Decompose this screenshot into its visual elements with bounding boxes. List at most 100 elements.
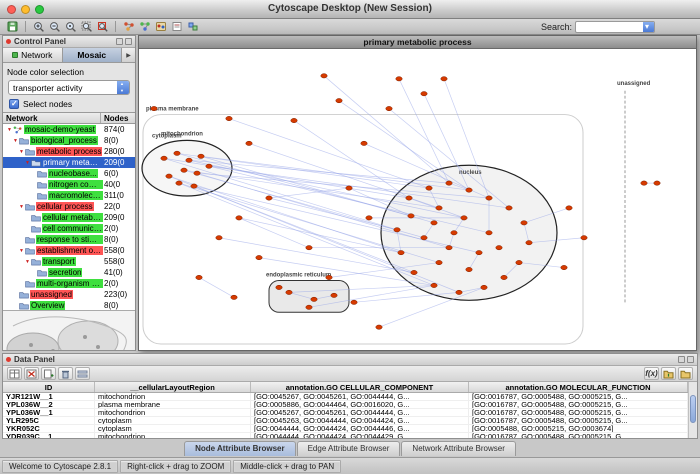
network-node[interactable] [226,116,232,120]
network-node[interactable] [446,245,452,249]
network-node[interactable] [461,216,467,220]
network-graph[interactable]: plasma membrane cytoplasm mitochondrion … [139,49,696,350]
network-node[interactable] [486,231,492,235]
tree-item-cell-communicati[interactable]: cell communicati...2(0) [3,223,135,234]
column-header-cellular-component[interactable]: annotation.GO CELLULAR_COMPONENT [251,382,469,392]
network-node[interactable] [198,154,204,158]
network-node[interactable] [236,216,242,220]
tree-item-overview[interactable]: Overview8(0) [3,300,135,311]
tree-item-response-to-stimul[interactable]: response to stimul...8(0) [3,234,135,245]
network-node[interactable] [166,174,172,178]
zoom-out-icon[interactable] [47,20,62,33]
tree-item-macromolecule[interactable]: macromolecule...311(0 [3,190,135,201]
network-node[interactable] [194,171,200,175]
zoom-in-icon[interactable] [31,20,46,33]
network-node[interactable] [346,186,352,190]
expand-arrow-icon[interactable]: ▼ [6,127,13,133]
network-node[interactable] [291,118,297,122]
network-node[interactable] [406,196,412,200]
open-attribute-file-icon[interactable] [678,367,693,380]
network-node[interactable] [191,184,197,188]
minimize-window-icon[interactable] [21,5,30,14]
network-node[interactable] [331,293,337,297]
network-node[interactable] [446,181,452,185]
network-node[interactable] [151,106,157,110]
network-node[interactable] [321,74,327,78]
network-node[interactable] [306,245,312,249]
network-node[interactable] [336,98,342,102]
network-node[interactable] [351,300,357,304]
network-view-title[interactable]: primary metabolic process [139,36,696,49]
new-network-from-selection-icon[interactable] [137,20,152,33]
unselect-attributes-icon[interactable] [24,367,39,380]
network-node[interactable] [246,141,252,145]
network-node[interactable] [216,236,222,240]
network-node[interactable] [394,228,400,232]
network-node[interactable] [386,106,392,110]
network-node[interactable] [174,151,180,155]
table-row[interactable]: YKR052Ccytoplasm[GO:0044444, GO:0044424,… [3,425,688,433]
network-node[interactable] [431,221,437,225]
network-node[interactable] [196,275,202,279]
network-node[interactable] [506,206,512,210]
table-row[interactable]: YDR039C__1mitochondrion[GO:0044444, GO:0… [3,433,688,438]
network-node[interactable] [581,236,587,240]
table-row[interactable]: YJR121W__1mitochondrion[GO:0045267, GO:0… [3,393,688,401]
table-row[interactable]: YPL036W__2plasma membrane[GO:0005886, GO… [3,401,688,409]
tree-item-metabolic-process[interactable]: ▼metabolic process280(0 [3,146,135,157]
network-node[interactable] [466,267,472,271]
function-builder-icon[interactable]: f(x) [644,367,659,380]
network-node[interactable] [266,196,272,200]
color-attribute-dropdown[interactable]: transporter activity [8,80,130,95]
tree-item-cellular-process[interactable]: ▼cellular process22(0 [3,201,135,212]
import-attributes-icon[interactable] [661,367,676,380]
network-node[interactable] [206,164,212,168]
network-node[interactable] [311,297,317,301]
network-node[interactable] [436,260,442,264]
tab-mosaic[interactable]: Mosaic [63,48,123,62]
tree-item-biological-process[interactable]: ▼biological_process8(0) [3,135,135,146]
float-panel-icon[interactable] [678,356,685,363]
attribute-batch-icon[interactable] [75,367,90,380]
tree-item-primary-metabo[interactable]: ▼primary metabo...209(0 [3,157,135,168]
tree-item-cellular-metabo[interactable]: cellular metabo...209(0 [3,212,135,223]
vizmapper-icon[interactable] [153,20,168,33]
column-header-molecular-function[interactable]: annotation.GO MOLECULAR_FUNCTION [469,382,688,392]
zoom-window-icon[interactable] [35,5,44,14]
search-dropdown-icon[interactable] [643,22,654,32]
network-node[interactable] [286,290,292,294]
expand-arrow-icon[interactable]: ▼ [18,248,25,254]
zoom-fit-icon[interactable] [79,20,94,33]
search-input[interactable] [575,21,655,33]
network-node[interactable] [256,255,262,259]
network-node[interactable] [231,295,237,299]
network-node[interactable] [161,156,167,160]
zoom-one-to-one-icon[interactable] [63,20,78,33]
column-header-region[interactable]: __cellularLayoutRegion [95,382,251,392]
network-node[interactable] [408,214,414,218]
tree-item-mosaic-demo-yeast[interactable]: ▼mosaic-demo-yeast874(0 [3,124,135,135]
network-node[interactable] [398,250,404,254]
select-nodes-checkbox[interactable] [9,99,19,109]
tab-overflow-icon[interactable] [122,48,135,62]
close-window-icon[interactable] [7,5,16,14]
zoom-selected-icon[interactable] [95,20,110,33]
network-node[interactable] [566,206,572,210]
save-session-icon[interactable] [5,20,20,33]
table-row[interactable]: YLR295Ccytoplasm[GO:0045263, GO:0044444,… [3,417,688,425]
network-node[interactable] [306,305,312,309]
network-node[interactable] [451,231,457,235]
tab-node-attribute-browser[interactable]: Node Attribute Browser [184,441,296,456]
network-node[interactable] [426,186,432,190]
table-scrollbar-thumb[interactable] [690,395,696,423]
tree-header-network[interactable]: Network [3,113,101,123]
network-node[interactable] [366,216,372,220]
network-node[interactable] [496,245,502,249]
table-scrollbar[interactable] [688,382,697,438]
tree-item-transport[interactable]: ▼transport558(0 [3,256,135,267]
tab-edge-attribute-browser[interactable]: Edge Attribute Browser [297,441,401,456]
network-node[interactable] [186,158,192,162]
network-node[interactable] [561,265,567,269]
tab-network[interactable]: Network [3,48,63,62]
network-node[interactable] [396,77,402,81]
